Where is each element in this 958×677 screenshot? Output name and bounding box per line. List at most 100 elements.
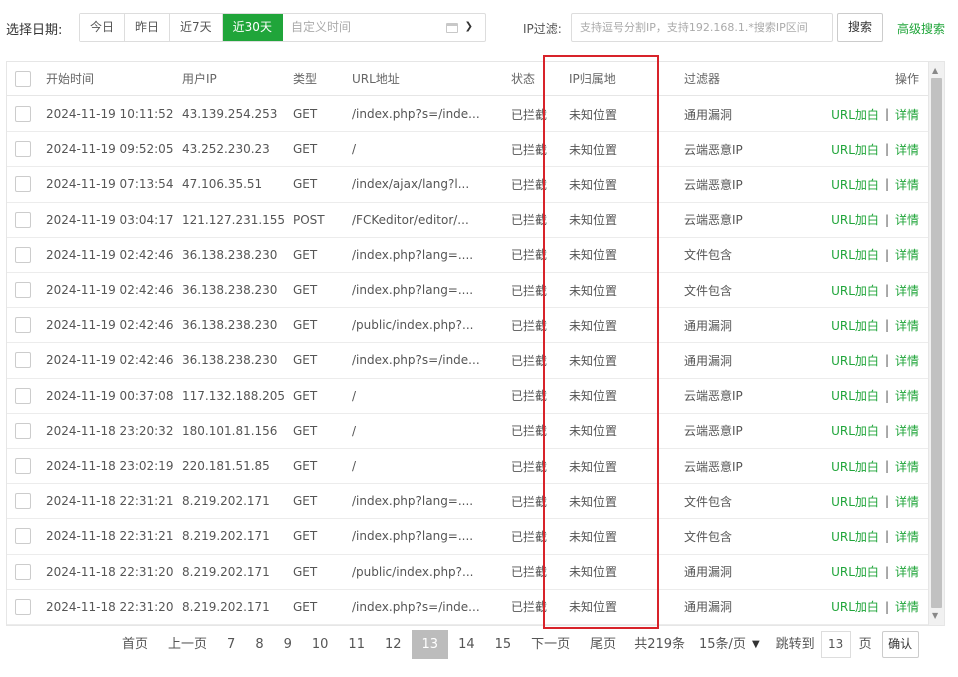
url-whitelist-link[interactable]: URL加白	[831, 141, 879, 158]
custom-time-picker[interactable]: 自定义时间 ❯	[283, 14, 485, 41]
header-start-time[interactable]: 开始时间	[46, 62, 176, 95]
detail-link[interactable]: 详情	[895, 563, 919, 580]
row-checkbox[interactable]	[15, 106, 31, 123]
row-method: GET	[293, 107, 318, 122]
header-filter: 过滤器	[684, 72, 721, 86]
url-whitelist-link[interactable]: URL加白	[831, 282, 879, 299]
url-whitelist-link[interactable]: URL加白	[831, 563, 879, 580]
row-url: /index.php?lang=....	[352, 247, 474, 262]
jump-page-input[interactable]: 13	[820, 631, 851, 658]
scroll-down-arrow-icon[interactable]: ▼	[932, 611, 938, 621]
row-method: GET	[293, 177, 318, 192]
page-button-11[interactable]: 11	[338, 630, 375, 659]
url-whitelist-link[interactable]: URL加白	[831, 493, 879, 510]
date-30days-button[interactable]: 近30天	[222, 14, 283, 41]
page-button-8[interactable]: 8	[245, 630, 273, 659]
row-start-time: 2024-11-18 22:31:20	[46, 564, 174, 579]
page-last-button[interactable]: 尾页	[580, 630, 626, 659]
url-whitelist-link[interactable]: URL加白	[831, 458, 879, 475]
url-whitelist-link[interactable]: URL加白	[831, 422, 879, 439]
detail-link[interactable]: 详情	[895, 141, 919, 158]
row-method: GET	[293, 423, 318, 438]
page-size-select[interactable]: 15条/页 ▼	[693, 630, 766, 659]
row-filter: 文件包含	[684, 494, 733, 509]
row-checkbox[interactable]	[15, 141, 31, 158]
scroll-up-arrow-icon[interactable]: ▲	[932, 66, 938, 76]
url-whitelist-link[interactable]: URL加白	[831, 352, 879, 369]
row-status: 已拦截	[511, 600, 548, 615]
row-ip-location: 未知位置	[569, 565, 618, 580]
url-whitelist-link[interactable]: URL加白	[831, 211, 879, 228]
page-button-7[interactable]: 7	[217, 630, 245, 659]
page-next-button[interactable]: 下一页	[521, 630, 580, 659]
row-checkbox[interactable]	[15, 317, 31, 334]
page-prev-button[interactable]: 上一页	[158, 630, 217, 659]
jump-confirm-button[interactable]: 确认	[881, 631, 919, 658]
url-whitelist-link[interactable]: URL加白	[831, 598, 879, 615]
row-checkbox[interactable]	[15, 352, 31, 369]
row-checkbox[interactable]	[15, 598, 31, 615]
row-ip-location: 未知位置	[569, 107, 618, 122]
detail-link[interactable]: 详情	[895, 422, 919, 439]
scrollbar-thumb[interactable]	[931, 78, 942, 608]
row-select-cell	[15, 167, 31, 201]
date-yesterday-button[interactable]: 昨日	[125, 14, 171, 41]
select-all-checkbox[interactable]	[15, 70, 31, 87]
page-button-9[interactable]: 9	[274, 630, 302, 659]
row-status: 已拦截	[511, 529, 548, 544]
search-button[interactable]: 搜索	[837, 13, 883, 42]
detail-link[interactable]: 详情	[895, 352, 919, 369]
page-first-button[interactable]: 首页	[112, 630, 158, 659]
page-button-15[interactable]: 15	[485, 630, 522, 659]
table-scrollbar[interactable]: ▲ ▼	[928, 62, 944, 625]
detail-link[interactable]: 详情	[895, 282, 919, 299]
row-checkbox[interactable]	[15, 563, 31, 580]
header-type: 类型	[293, 72, 318, 86]
row-checkbox[interactable]	[15, 528, 31, 545]
date-today-button[interactable]: 今日	[80, 14, 126, 41]
detail-link[interactable]: 详情	[895, 598, 919, 615]
row-url: /	[352, 459, 357, 474]
page-button-10[interactable]: 10	[302, 630, 339, 659]
row-method: GET	[293, 318, 318, 333]
url-whitelist-link[interactable]: URL加白	[831, 317, 879, 334]
detail-link[interactable]: 详情	[895, 317, 919, 334]
row-checkbox[interactable]	[15, 458, 31, 475]
row-actions: URL加白 | 详情	[831, 308, 919, 342]
page-button-14[interactable]: 14	[448, 630, 485, 659]
url-whitelist-link[interactable]: URL加白	[831, 106, 879, 123]
action-separator: |	[884, 353, 889, 368]
url-whitelist-link[interactable]: URL加白	[831, 528, 879, 545]
detail-link[interactable]: 详情	[895, 106, 919, 123]
advanced-search-link[interactable]: 高级搜索	[897, 20, 945, 37]
detail-link[interactable]: 详情	[895, 211, 919, 228]
action-separator: |	[884, 459, 889, 474]
row-checkbox[interactable]	[15, 387, 31, 404]
row-ip-location: 未知位置	[569, 283, 618, 298]
detail-link[interactable]: 详情	[895, 458, 919, 475]
table-row: 2024-11-19 00:37:08 117.132.188.205 GET / 已拦…	[7, 379, 929, 414]
row-user-ip: 220.181.51.85	[182, 459, 270, 474]
row-checkbox[interactable]	[15, 422, 31, 439]
detail-link[interactable]: 详情	[895, 493, 919, 510]
detail-link[interactable]: 详情	[895, 246, 919, 263]
row-select-cell	[15, 238, 31, 272]
row-checkbox[interactable]	[15, 176, 31, 193]
detail-link[interactable]: 详情	[895, 528, 919, 545]
date-7days-button[interactable]: 近7天	[170, 14, 223, 41]
row-checkbox[interactable]	[15, 211, 31, 228]
detail-link[interactable]: 详情	[895, 387, 919, 404]
row-checkbox[interactable]	[15, 493, 31, 510]
url-whitelist-link[interactable]: URL加白	[831, 176, 879, 193]
url-whitelist-link[interactable]: URL加白	[831, 246, 879, 263]
page-button-current[interactable]: 13	[411, 630, 449, 659]
detail-link[interactable]: 详情	[895, 176, 919, 193]
row-checkbox[interactable]	[15, 246, 31, 263]
row-checkbox[interactable]	[15, 282, 31, 299]
url-whitelist-link[interactable]: URL加白	[831, 387, 879, 404]
page-button-12[interactable]: 12	[375, 630, 412, 659]
action-separator: |	[884, 599, 889, 614]
ip-filter-input[interactable]	[571, 13, 833, 42]
row-filter: 文件包含	[684, 248, 733, 263]
row-method: GET	[293, 388, 318, 403]
